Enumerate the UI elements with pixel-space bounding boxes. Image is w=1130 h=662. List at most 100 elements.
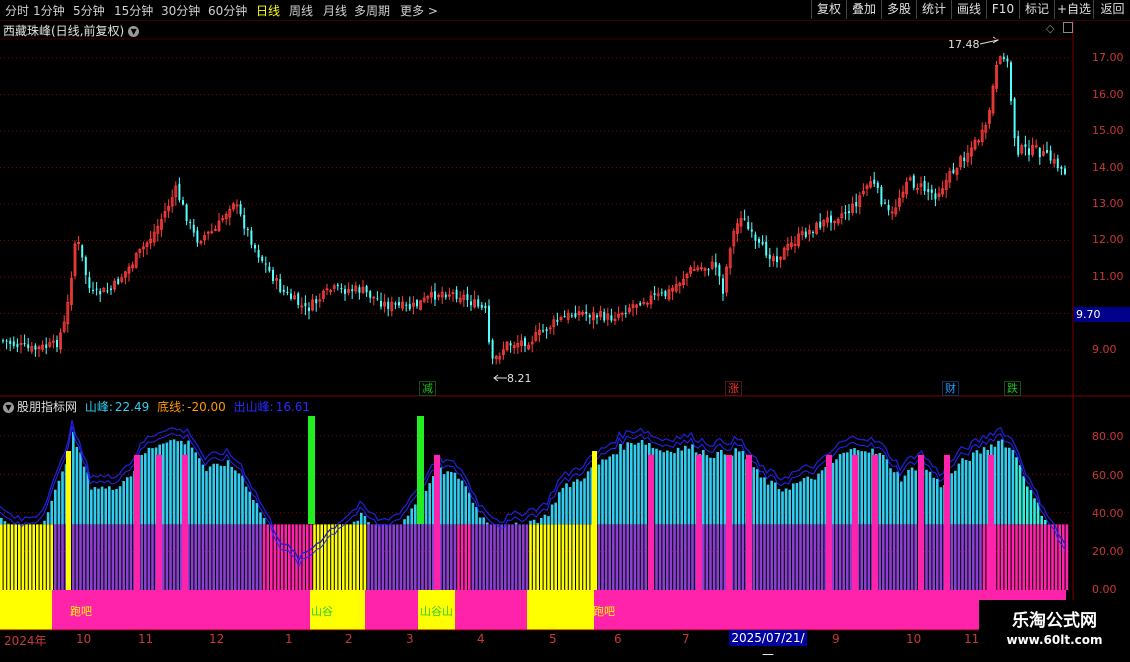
shanfeng-bar: [126, 477, 129, 524]
candle-body: [261, 257, 263, 261]
candle-body: [283, 290, 285, 292]
mid-band-bar: [803, 524, 806, 590]
mid-band-bar: [641, 524, 644, 590]
mid-band-bar: [583, 524, 586, 590]
mid-band-bar: [623, 524, 626, 590]
mid-band-bar: [392, 524, 395, 590]
mid-band-bar: [972, 524, 975, 590]
mid-band-bar: [382, 524, 385, 590]
diamond-icon[interactable]: ◇: [1046, 22, 1054, 35]
shanfeng-bar: [569, 487, 572, 524]
candle-body: [481, 305, 483, 308]
mid-band-bar: [817, 524, 820, 590]
mid-band-bar: [533, 524, 536, 590]
mid-band-bar: [677, 524, 680, 590]
shanfeng-bar: [774, 483, 777, 525]
candle-body: [855, 202, 857, 206]
date-tick: 11: [964, 632, 979, 646]
candle-body: [286, 292, 288, 293]
mid-band-bar: [223, 524, 226, 590]
candle-body: [308, 308, 310, 311]
mid-band-bar: [144, 524, 147, 590]
chevron-down-icon[interactable]: ▼: [3, 402, 14, 413]
mid-band-bar: [691, 524, 694, 590]
mid-band-bar: [673, 524, 676, 590]
chevron-down-icon[interactable]: ▼: [128, 26, 139, 37]
mid-band-bar: [407, 524, 410, 590]
shanfeng-bar: [79, 452, 82, 524]
mid-band-bar: [97, 524, 100, 590]
shanfeng-bar: [950, 473, 953, 524]
mid-band-bar: [572, 524, 575, 590]
shanfeng-bar: [403, 519, 406, 524]
shanfeng-bar: [446, 471, 449, 524]
shanfeng-bar: [565, 483, 568, 524]
candle-body: [369, 291, 371, 298]
shanfeng-bar: [799, 481, 802, 524]
mid-band-bar: [799, 524, 802, 590]
window-toggle-icon[interactable]: [1063, 22, 1073, 33]
mid-band-bar: [536, 524, 539, 590]
candle-body: [6, 341, 8, 342]
date-tick: 9: [832, 632, 840, 646]
candle-body: [762, 242, 764, 245]
candle-body: [24, 343, 26, 344]
shanfeng-bar: [670, 452, 673, 524]
mid-band-bar: [896, 524, 899, 590]
shanfeng-bar: [572, 482, 575, 525]
mid-band-bar: [518, 524, 521, 590]
shanfeng-bar: [608, 457, 611, 525]
magenta-spike: [696, 455, 702, 590]
mid-band-bar: [626, 524, 629, 590]
mid-band-bar: [630, 524, 633, 590]
band-label: 跑吧: [593, 603, 615, 619]
indicator-title[interactable]: ▼股朋指标网 山峰:22.49 底线:-20.00 出山峰:16.61: [3, 398, 310, 415]
candle-body: [654, 293, 656, 295]
mid-band-bar: [504, 524, 507, 590]
mid-band-bar: [983, 524, 986, 590]
stock-title[interactable]: 西藏珠峰(日线,前复权)▼: [3, 22, 139, 39]
date-tick: 2: [345, 632, 353, 646]
shanfeng-bar: [846, 452, 849, 524]
mid-band-bar: [248, 524, 251, 590]
candle-body: [610, 315, 612, 320]
kline-chart-canvas[interactable]: [0, 0, 1130, 650]
mid-band-bar: [418, 524, 421, 590]
shanfeng-bar: [1040, 516, 1043, 525]
shanfeng-bar: [108, 486, 111, 524]
mid-band-bar: [1066, 524, 1069, 590]
magenta-spike: [648, 455, 654, 590]
candle-body: [744, 219, 746, 220]
mid-band-bar: [706, 524, 709, 590]
shanfeng-bar: [803, 478, 806, 524]
shanfeng-bar: [763, 477, 766, 524]
mid-band-bar: [349, 524, 352, 590]
mid-band-bar: [1012, 524, 1015, 590]
mid-band-bar: [637, 524, 640, 590]
mid-band-bar: [421, 524, 424, 590]
candle-body: [927, 189, 929, 192]
candle-body: [564, 316, 566, 317]
mid-band-bar: [464, 524, 467, 590]
mid-band-bar: [61, 524, 64, 590]
shanfeng-bar: [54, 490, 57, 525]
shanfeng-bar: [778, 489, 781, 524]
shanfeng-bar: [83, 467, 86, 525]
candle-body: [585, 312, 587, 314]
mid-band-bar: [774, 524, 777, 590]
shanfeng-bar: [1026, 486, 1029, 524]
candle-body: [92, 290, 94, 291]
mid-band-bar: [50, 524, 53, 590]
mid-band-bar: [612, 524, 615, 590]
mid-band-bar: [317, 524, 320, 590]
mid-band-bar: [400, 524, 403, 590]
candle-body: [344, 289, 346, 294]
shanfeng-bar: [554, 503, 557, 525]
shanfeng-bar: [1015, 457, 1018, 524]
shanfeng-bar: [864, 451, 867, 524]
candle-body: [250, 231, 252, 245]
mid-band-bar: [900, 524, 903, 590]
mid-band-bar: [976, 524, 979, 590]
candle-body: [830, 216, 832, 223]
shanfeng-bar: [547, 516, 550, 524]
